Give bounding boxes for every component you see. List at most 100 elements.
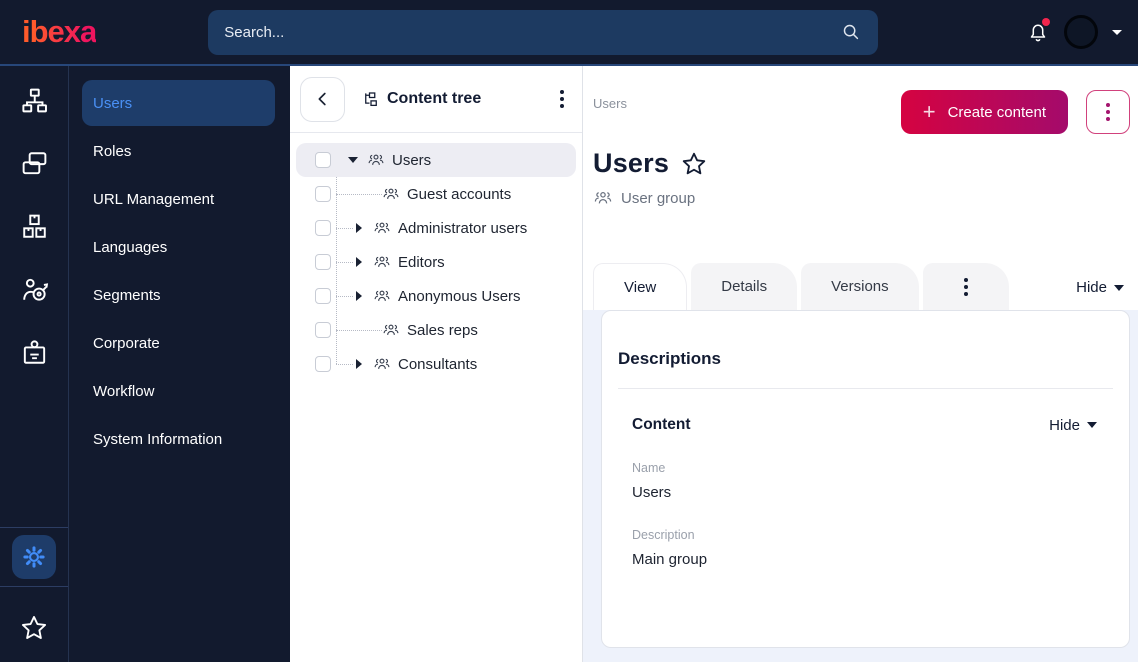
bookmark-star-button[interactable] xyxy=(681,151,707,177)
user-group-icon xyxy=(373,355,391,373)
tree-checkbox[interactable] xyxy=(315,356,331,372)
sidebar-item-users[interactable]: Users xyxy=(82,80,275,126)
tree-checkbox[interactable] xyxy=(315,152,331,168)
caret-collapsed-icon[interactable] xyxy=(353,291,365,301)
tree-row-anonymous-users[interactable]: Anonymous Users xyxy=(296,279,576,313)
hide-label: Hide xyxy=(1049,416,1080,434)
sidebar-item-label: URL Management xyxy=(93,190,215,208)
tree-checkbox[interactable] xyxy=(315,254,331,270)
user-avatar[interactable] xyxy=(1064,15,1098,49)
content-section-header: Content Hide xyxy=(632,416,1099,434)
tree-row-label: Anonymous Users xyxy=(398,287,521,305)
sidebar-item-system-information[interactable]: System Information xyxy=(82,416,275,462)
tree-row-guest-accounts[interactable]: Guest accounts xyxy=(296,177,576,211)
content-tree-title: Content tree xyxy=(387,90,482,107)
content-tree-list: Users Guest accounts Administrator users… xyxy=(290,133,582,381)
notifications-button[interactable] xyxy=(1026,18,1050,44)
packages-icon xyxy=(22,214,46,238)
hide-label: Hide xyxy=(1076,279,1107,296)
notification-dot xyxy=(1042,18,1050,26)
sidebar-item-corporate[interactable]: Corporate xyxy=(82,320,275,366)
audience-target-icon xyxy=(22,278,48,301)
plus-icon: + xyxy=(922,99,936,124)
admin-sidebar: Users Roles URL Management Languages Seg… xyxy=(69,66,290,662)
tree-row-label: Users xyxy=(392,151,432,169)
rail-divider xyxy=(0,527,68,528)
global-search[interactable] xyxy=(208,9,879,55)
tree-checkbox[interactable] xyxy=(315,220,331,236)
tree-checkbox[interactable] xyxy=(315,322,331,338)
page-header: Users + Create content Users User group … xyxy=(583,66,1138,310)
tree-checkbox[interactable] xyxy=(315,288,331,304)
content-type-label: User group xyxy=(621,189,696,207)
user-group-icon xyxy=(382,185,400,203)
sidebar-item-label: Corporate xyxy=(93,334,160,352)
search-icon[interactable] xyxy=(840,21,862,43)
tree-checkbox[interactable] xyxy=(315,186,331,202)
kebab-icon xyxy=(963,277,968,296)
create-content-button[interactable]: + Create content xyxy=(900,90,1068,134)
app-window: ibexa Search... Users Roles URL Manageme… xyxy=(0,0,1138,662)
field-label-description: Description xyxy=(632,528,695,542)
more-actions-button[interactable] xyxy=(1086,90,1130,134)
search-input[interactable] xyxy=(224,23,841,41)
sidebar-item-label: Roles xyxy=(93,142,132,160)
top-bar: ibexa xyxy=(0,0,1138,66)
card-divider xyxy=(618,388,1113,389)
caret-expanded-icon[interactable] xyxy=(347,157,359,163)
sidebar-item-workflow[interactable]: Workflow xyxy=(82,368,275,414)
tab-details[interactable]: Details xyxy=(691,263,798,310)
descriptions-card: Descriptions Content Hide Name Users Des… xyxy=(601,310,1130,648)
content-tree-icon xyxy=(365,92,377,107)
user-group-icon xyxy=(373,253,391,271)
section-hide-toggle[interactable]: Hide xyxy=(1049,417,1097,434)
sidebar-item-segments[interactable]: Segments xyxy=(82,272,275,318)
tab-versions[interactable]: Versions xyxy=(801,263,919,310)
tree-row-consultants[interactable]: Consultants xyxy=(296,347,576,381)
user-group-icon xyxy=(373,287,391,305)
hide-all-toggle[interactable]: Hide xyxy=(1076,279,1124,296)
app-shell: Users Roles URL Management Languages Seg… xyxy=(0,66,1138,662)
content-section: Content Hide Name Users Description Main… xyxy=(618,416,1113,568)
tab-more-button[interactable] xyxy=(922,263,1009,310)
rail-item-products[interactable] xyxy=(12,204,56,248)
collapse-panel-button[interactable] xyxy=(300,76,345,122)
tab-label: Details xyxy=(721,278,768,295)
sidebar-item-label: Languages xyxy=(93,238,168,256)
icon-rail xyxy=(0,66,69,662)
caret-down-icon xyxy=(1114,284,1124,291)
tree-row-administrator-users[interactable]: Administrator users xyxy=(296,211,576,245)
stacked-cards-icon xyxy=(22,151,46,174)
tab-label: Versions xyxy=(831,278,889,295)
tree-row-sales-reps[interactable]: Sales reps xyxy=(296,313,576,347)
caret-collapsed-icon[interactable] xyxy=(353,223,365,233)
caret-collapsed-icon[interactable] xyxy=(353,257,365,267)
tree-row-editors[interactable]: Editors xyxy=(296,245,576,279)
user-menu-caret-icon[interactable] xyxy=(1112,29,1122,35)
sidebar-item-url-management[interactable]: URL Management xyxy=(82,176,275,222)
create-content-label: Create content xyxy=(947,103,1046,121)
section-title: Content xyxy=(632,416,691,433)
tree-row-users[interactable]: Users xyxy=(296,143,576,177)
sidebar-item-label: System Information xyxy=(93,430,223,448)
sidebar-item-languages[interactable]: Languages xyxy=(82,224,275,270)
settings-button[interactable] xyxy=(12,535,56,579)
content-tree-title-group: Content tree xyxy=(362,90,481,108)
content-tree-menu-button[interactable] xyxy=(556,86,568,112)
content-type-row: User group xyxy=(593,188,1130,208)
caret-collapsed-icon[interactable] xyxy=(353,359,365,369)
tree-row-label: Editors xyxy=(398,253,445,271)
bookmarks-button[interactable] xyxy=(12,608,56,648)
content-tree-panel: Content tree Users Guest accounts Admini… xyxy=(290,66,583,662)
tab-view[interactable]: View xyxy=(593,263,688,310)
rail-item-content-structure[interactable] xyxy=(12,78,56,122)
field-value-name: Users xyxy=(632,484,672,501)
sidebar-item-roles[interactable]: Roles xyxy=(82,128,275,174)
breadcrumb[interactable]: Users xyxy=(593,96,627,111)
ibexa-logo[interactable]: ibexa xyxy=(22,14,97,50)
tree-row-label: Sales reps xyxy=(407,321,478,339)
rail-bottom-group xyxy=(0,520,68,648)
rail-item-personalization[interactable] xyxy=(12,267,56,311)
rail-item-corporate[interactable] xyxy=(12,330,56,374)
rail-item-content[interactable] xyxy=(12,141,56,185)
